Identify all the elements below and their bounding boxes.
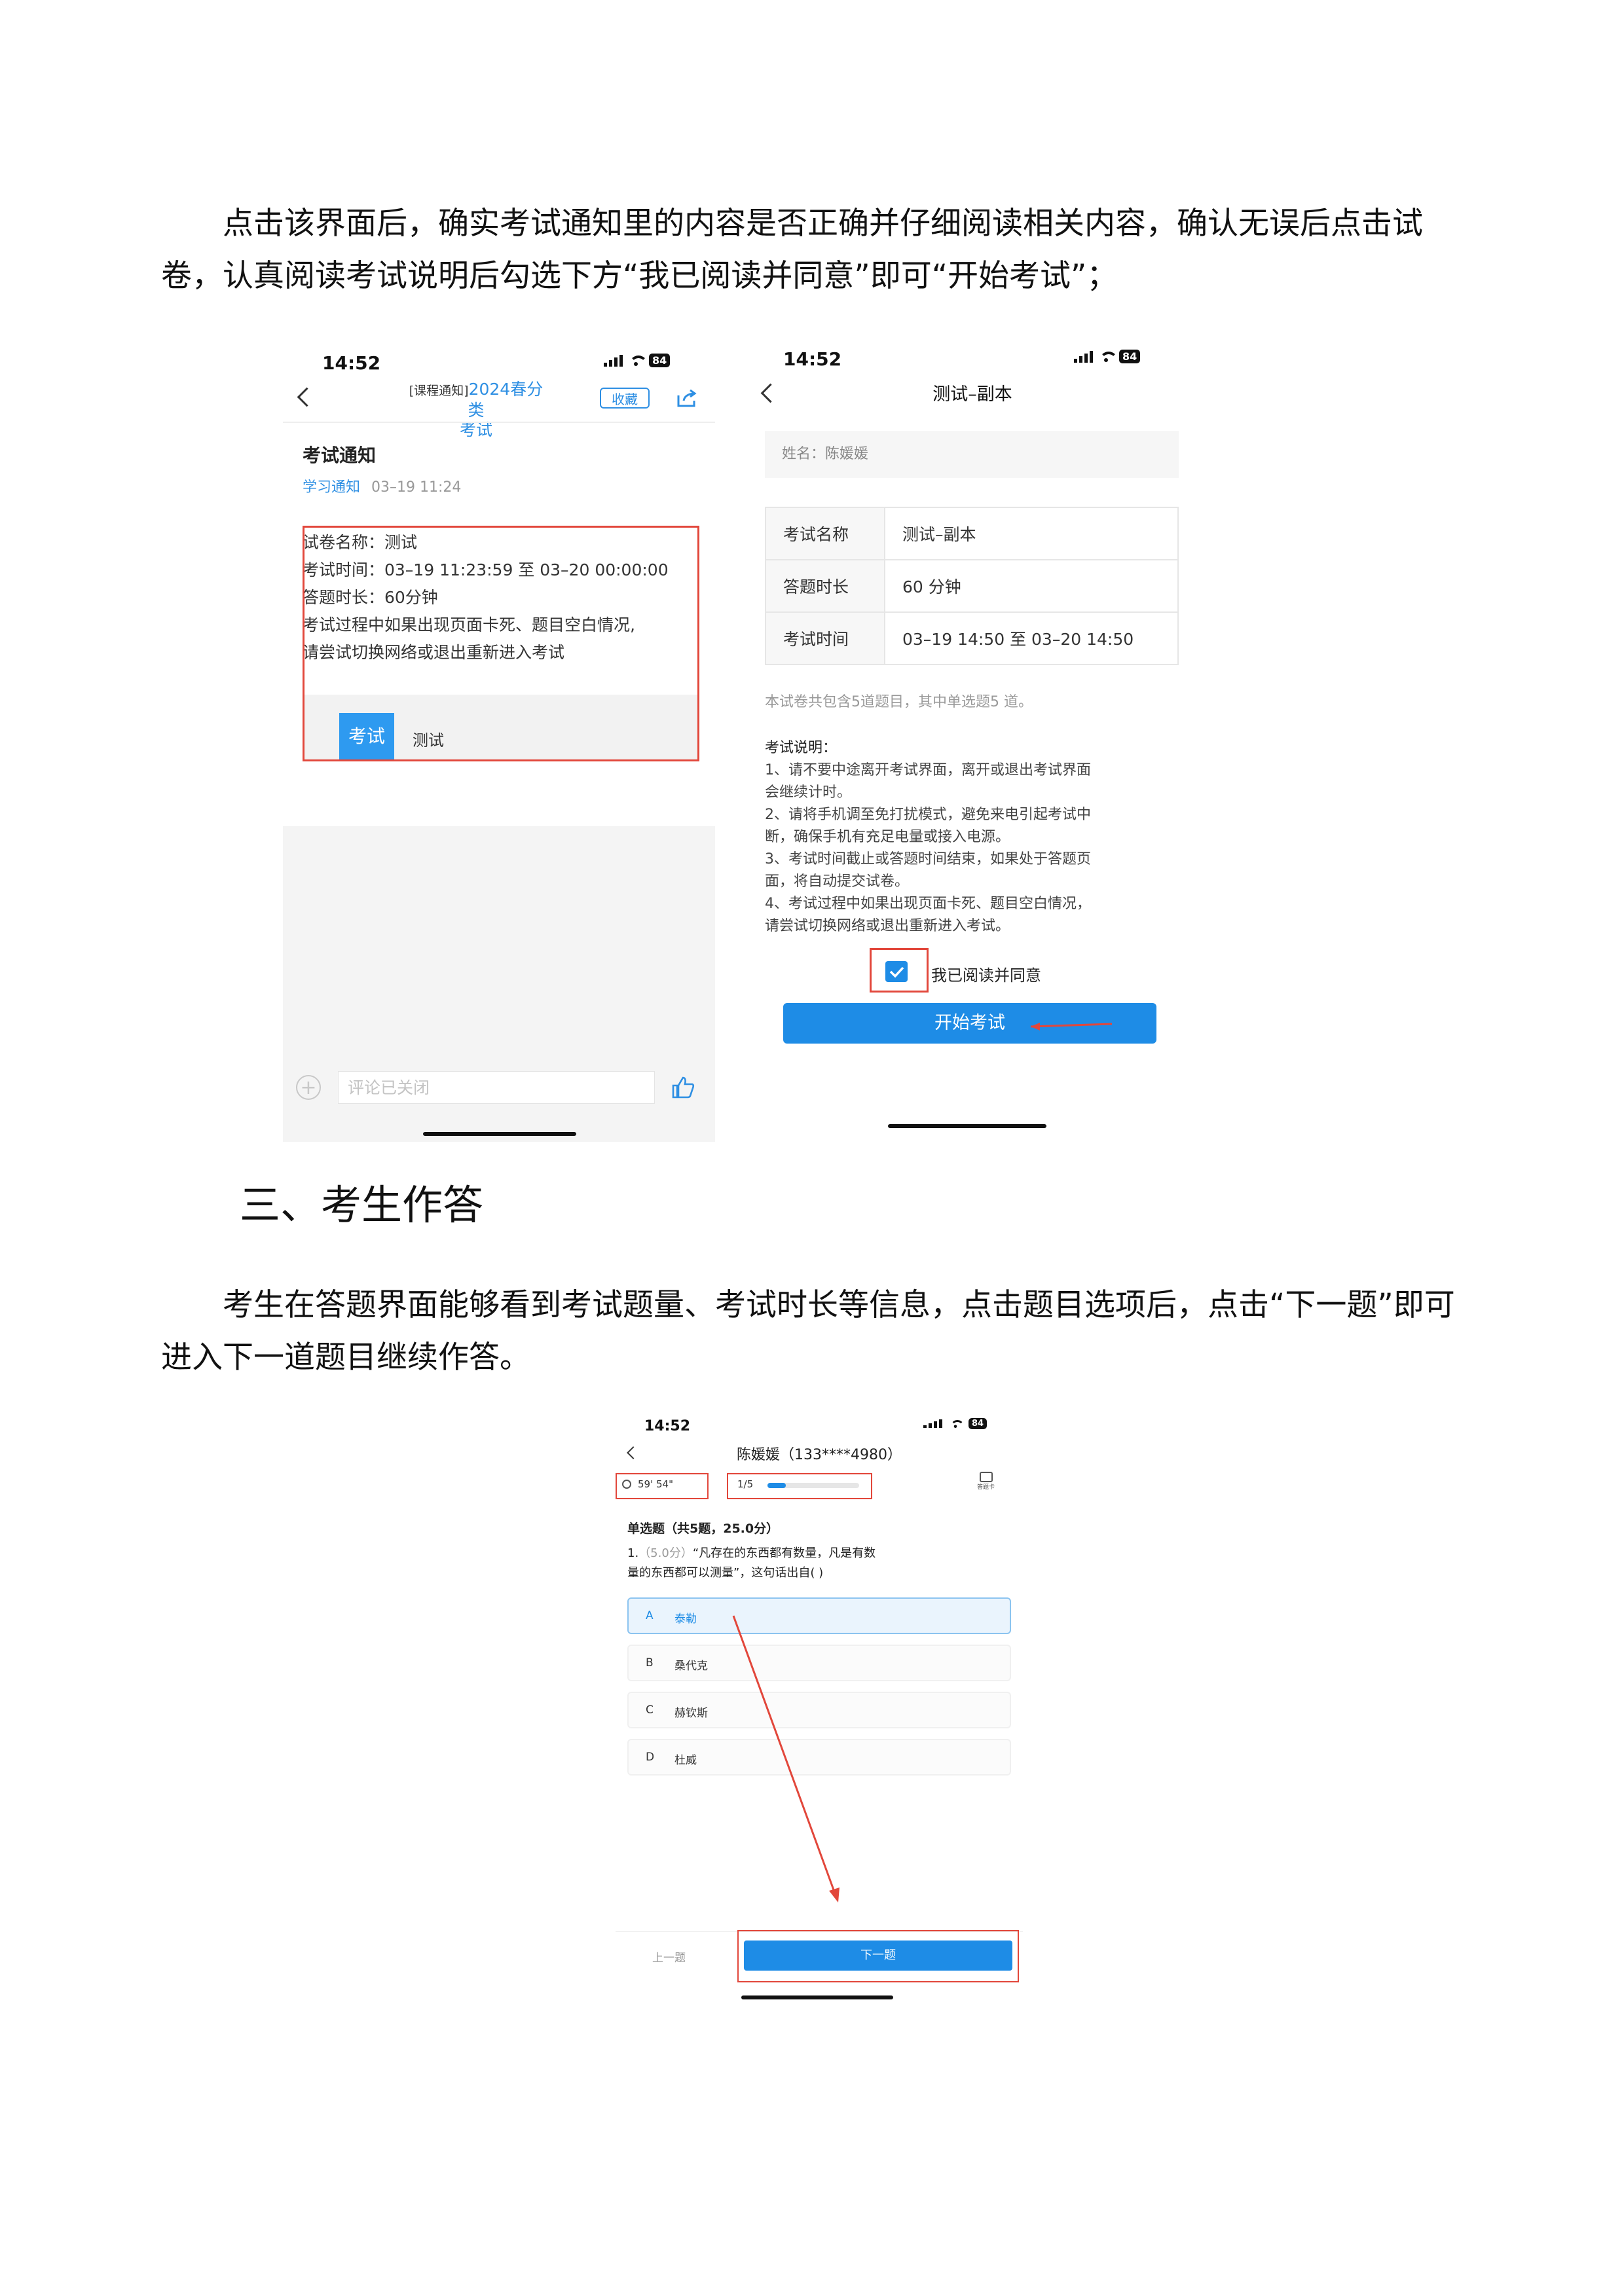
table-key: 答题时长	[765, 559, 885, 613]
note-line: 面，将自动提交试卷。	[765, 873, 910, 890]
annotation-arrow	[732, 1615, 840, 1903]
note-line: 请尝试切换网络或退出重新进入考试。	[765, 918, 1010, 934]
table-key: 考试名称	[765, 507, 885, 560]
nav-title: 测试–副本	[932, 384, 1012, 405]
highlight-box	[303, 526, 699, 761]
annotation-arrow	[1030, 1023, 1113, 1030]
next-question-button[interactable]: 下一题	[744, 1941, 1012, 1971]
notice-title-line2: 考试	[459, 420, 492, 439]
note-line: 1、请不要中途离开考试界面，离开或退出考试界面	[765, 762, 1091, 778]
exam-info-table: 考试名称 测试–副本 答题时长 60 分钟 考试时间 03–19 14:50 至 03…	[765, 507, 1179, 665]
nav-divider	[283, 422, 715, 423]
prev-question-button[interactable]: 上一题	[652, 1948, 686, 1965]
check-icon	[889, 966, 904, 978]
signal-icon	[1074, 350, 1093, 363]
collect-button[interactable]: 收藏	[600, 388, 650, 409]
table-row: 答题时长 60 分钟	[765, 559, 1179, 613]
status-icons: 84	[1074, 350, 1141, 363]
table-value: 03–19 14:50 至 03–20 14:50	[884, 611, 1179, 665]
section-heading: 三、考生作答	[240, 1181, 484, 1229]
notice-title-tag: [课程通知]	[409, 384, 469, 398]
note-line: 断，确保手机有充足电量或接入电源。	[765, 829, 1010, 845]
comment-bar: + 评论已关闭	[283, 1063, 715, 1142]
candidate-name: 姓名：陈媛媛	[765, 431, 1179, 478]
exam-notes: 考试说明： 1、请不要中途离开考试界面，离开或退出考试界面 会继续计时。 2、请…	[765, 737, 1091, 938]
signal-icon	[604, 354, 623, 367]
add-icon[interactable]: +	[296, 1075, 321, 1100]
home-indicator	[888, 1124, 1046, 1128]
screenshot-answer-page: 14:52 84 陈媛媛（133****4980） 59' 54" 1/5 答题…	[616, 1408, 1023, 2005]
table-row: 考试名称 测试–副本	[765, 507, 1179, 560]
exam-summary: 本试卷共包含5道题目，其中单选题5 道。	[765, 694, 1033, 710]
note-line: 2、请将手机调至免打扰模式，避免来电引起考试中	[765, 807, 1091, 823]
notice-subline: 学习通知 03–19 11:24	[303, 475, 461, 496]
like-icon[interactable]	[671, 1075, 695, 1100]
note-line: 会继续计时。	[765, 784, 852, 801]
wifi-icon	[628, 355, 648, 366]
instruction-paragraph-1: 点击该界面后，确实考试通知里的内容是否正确并仔细阅读相关内容，确认无误后点击试卷…	[161, 206, 1423, 294]
table-key: 考试时间	[765, 611, 885, 665]
section-title: 考试通知	[303, 445, 377, 466]
share-icon[interactable]	[676, 389, 698, 409]
status-time: 14:52	[783, 348, 842, 370]
status-icons: 84	[604, 354, 671, 367]
note-line: 3、考试时间截止或答题时间结束，如果处于答题页	[765, 851, 1091, 867]
comment-input[interactable]: 评论已关闭	[338, 1071, 655, 1104]
agree-checkbox[interactable]	[885, 961, 908, 982]
back-icon[interactable]	[297, 387, 317, 407]
screenshot-exam-info: 14:52 84 测试–副本 姓名：陈媛媛 考试名称 测试–副本 答题时长 60 分…	[747, 337, 1198, 1142]
instruction-paragraph-2: 考生在答题界面能够看到考试题量、考试时长等信息，点击题目选项后，点击“下一题”即…	[161, 1287, 1455, 1376]
notice-date: 03–19 11:24	[371, 479, 462, 496]
table-row: 考试时间 03–19 14:50 至 03–20 14:50	[765, 611, 1179, 665]
home-indicator	[741, 1995, 893, 1999]
note-line: 4、考试过程中如果出现页面卡死、题目空白情况，	[765, 896, 1091, 912]
status-time: 14:52	[322, 352, 381, 374]
notice-title-main: 2024春分类	[468, 380, 544, 420]
screenshot-course-notice: 14:52 84 [课程通知]2024春分类 考试 收藏 考试通知 学习通知 0…	[283, 337, 715, 1142]
notice-title: [课程通知]2024春分类 考试	[407, 380, 545, 440]
wifi-icon	[1098, 351, 1118, 362]
battery-icon: 84	[1119, 350, 1141, 363]
table-value: 测试–副本	[884, 507, 1179, 560]
battery-icon: 84	[649, 354, 671, 367]
study-notice-link[interactable]: 学习通知	[303, 479, 360, 496]
home-indicator	[423, 1132, 576, 1136]
agree-label: 我已阅读并同意	[931, 966, 1041, 985]
notes-title: 考试说明：	[765, 740, 838, 756]
table-value: 60 分钟	[884, 559, 1179, 613]
